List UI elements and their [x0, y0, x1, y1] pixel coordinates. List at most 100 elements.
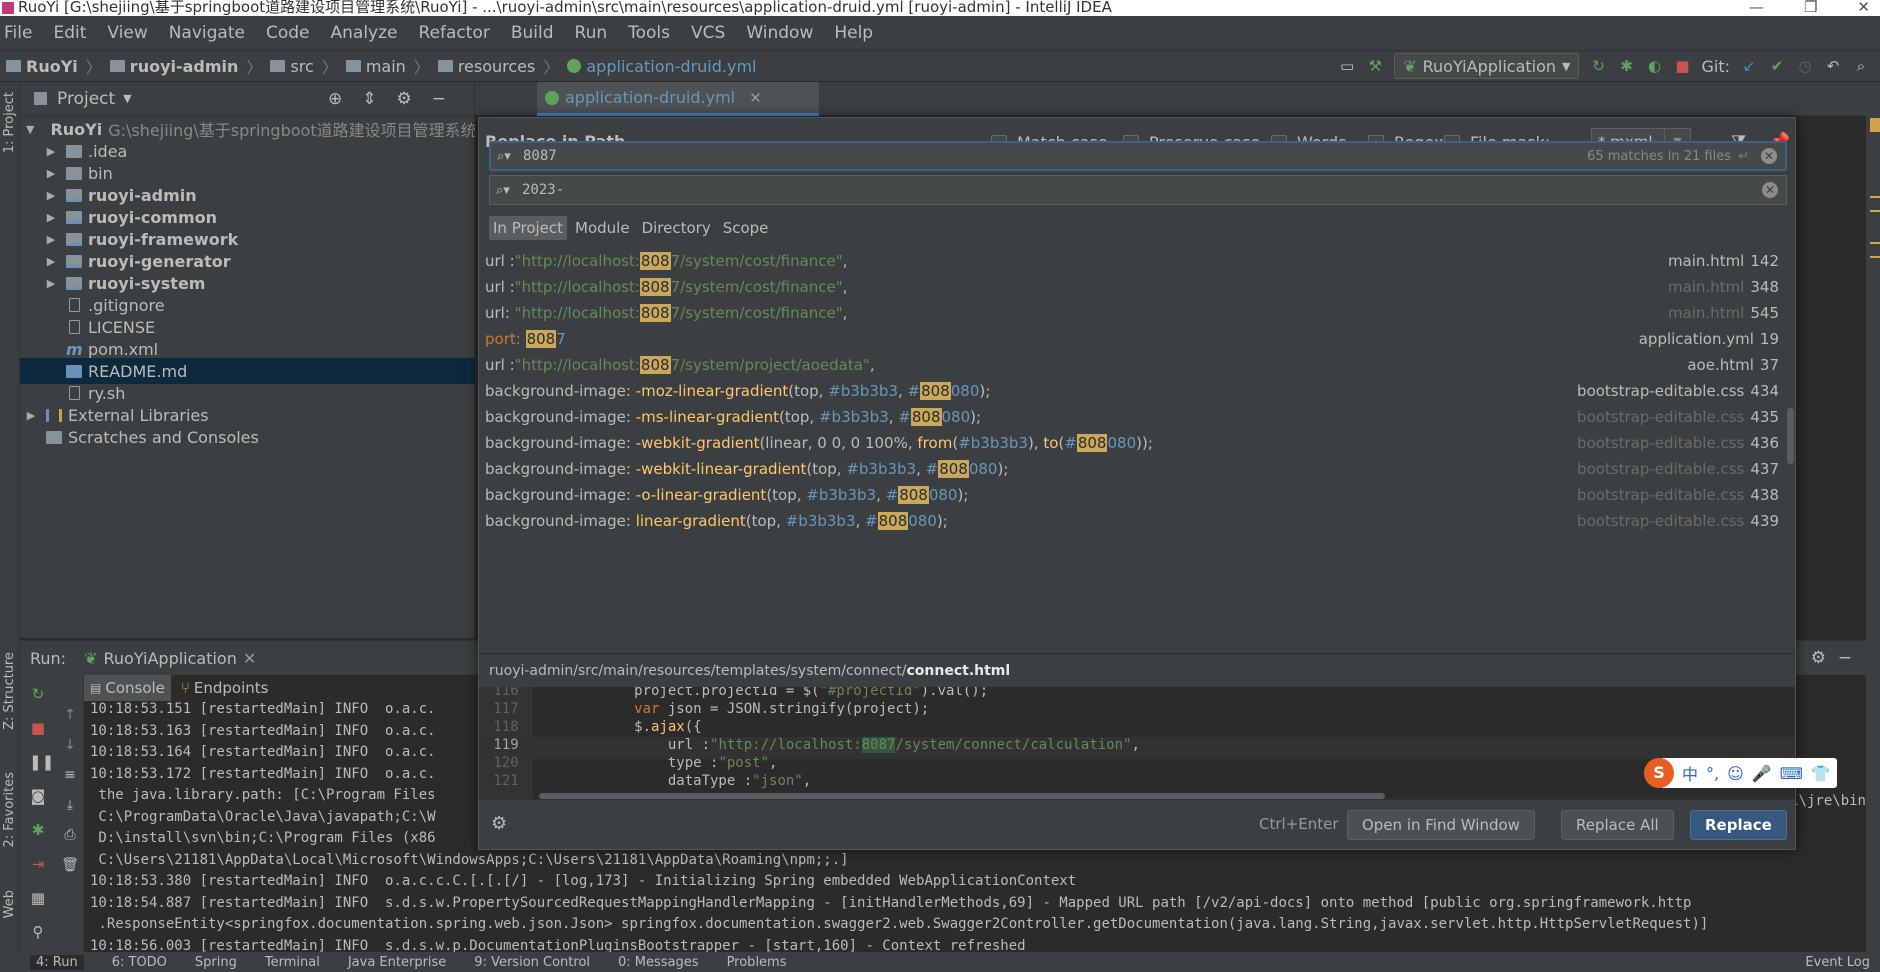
exit-icon[interactable]: ⇥: [29, 855, 47, 873]
pause-icon[interactable]: ❚❚: [29, 753, 54, 771]
ime-item-icon[interactable]: °,: [1706, 764, 1719, 783]
ant-icon[interactable]: [1870, 242, 1880, 258]
search-result-row[interactable]: background-image: -ms-linear-gradient(to…: [479, 404, 1795, 430]
code-preview[interactable]: 116 project.projectId = $("#projectId").…: [479, 687, 1795, 799]
close-tab-icon[interactable]: ✕: [243, 649, 256, 668]
database-icon[interactable]: [1870, 196, 1880, 212]
search-everywhere-icon[interactable]: ⌕: [1852, 57, 1870, 75]
layout-icon[interactable]: ▭: [1338, 57, 1356, 75]
menu-edit[interactable]: Edit: [53, 23, 86, 43]
bottom-tool-4-run[interactable]: 4: Run: [30, 954, 84, 970]
clear-replace-icon[interactable]: ✕: [1762, 182, 1778, 198]
bottom-tool-problems[interactable]: Problems: [727, 955, 787, 970]
search-result-row[interactable]: url :"http://localhost:8087/system/proje…: [479, 352, 1795, 378]
scope-in-project[interactable]: In Project: [489, 216, 568, 240]
breadcrumb-item-main[interactable]: main 〉: [345, 54, 438, 78]
tool-window-favorites[interactable]: 2: Favorites: [2, 772, 17, 848]
collapsed-arrow-icon[interactable]: ▶: [46, 145, 56, 158]
collapse-all-icon[interactable]: ⇕: [362, 89, 376, 109]
menu-code[interactable]: Code: [266, 23, 310, 43]
search-result-row[interactable]: background-image: linear-gradient(top, #…: [479, 508, 1795, 534]
breadcrumb-item-file[interactable]: application-druid.yml: [567, 57, 756, 76]
scroll-up-icon[interactable]: ↑: [61, 707, 79, 725]
scope-scope[interactable]: Scope: [719, 216, 773, 240]
hide-panel-icon[interactable]: −: [432, 89, 446, 109]
search-result-row[interactable]: background-image: -webkit-gradient(linea…: [479, 430, 1795, 456]
rerun-icon[interactable]: ↻: [29, 685, 47, 703]
search-field[interactable]: ⌕▾ 8087 65 matches in 21 files ↵ ✕: [489, 141, 1787, 171]
locate-file-icon[interactable]: ⊕: [328, 89, 342, 109]
search-result-row[interactable]: url: "http://localhost:8087/system/cost/…: [479, 300, 1795, 326]
menu-help[interactable]: Help: [834, 23, 873, 43]
search-input[interactable]: 8087: [523, 148, 557, 164]
tree-item[interactable]: Scratches and Consoles: [20, 424, 475, 450]
git-commit-icon[interactable]: ✔: [1768, 57, 1786, 75]
bottom-tool-event-log[interactable]: Event Log: [1805, 955, 1880, 970]
search-result-row[interactable]: url :"http://localhost:8087/system/cost/…: [479, 248, 1795, 274]
bottom-tool-terminal[interactable]: Terminal: [265, 955, 320, 970]
replace-all-button[interactable]: Replace All: [1561, 810, 1674, 840]
bottom-tool-9-version-control[interactable]: 9: Version Control: [474, 955, 590, 970]
scope-module[interactable]: Module: [571, 216, 634, 240]
search-result-row[interactable]: background-image: -o-linear-gradient(top…: [479, 482, 1795, 508]
editor-tab-application-druid[interactable]: application-druid.yml ✕: [537, 82, 819, 116]
replace-field[interactable]: ⌕▾ 2023- ✕: [489, 175, 1787, 205]
scroll-down-icon[interactable]: ↓: [61, 737, 79, 755]
search-result-row[interactable]: url :"http://localhost:8087/system/cost/…: [479, 274, 1795, 300]
trash-icon[interactable]: 🗑: [61, 857, 79, 875]
search-result-row[interactable]: background-image: -moz-linear-gradient(t…: [479, 378, 1795, 404]
chevron-down-icon[interactable]: ▼: [123, 92, 131, 105]
scroll-to-end-icon[interactable]: ⤓: [61, 797, 79, 815]
menu-file[interactable]: File: [4, 23, 32, 43]
menu-navigate[interactable]: Navigate: [169, 23, 245, 43]
ime-item-icon[interactable]: 🎤: [1752, 764, 1772, 783]
ime-item-icon[interactable]: ⌨: [1780, 764, 1803, 783]
replace-input[interactable]: 2023-: [522, 182, 564, 198]
expanded-arrow-icon[interactable]: ▼: [26, 123, 34, 136]
gear-icon[interactable]: ⚙: [1811, 648, 1826, 668]
menu-refactor[interactable]: Refactor: [419, 23, 490, 43]
restore-icon[interactable]: ❐: [1804, 0, 1817, 15]
git-update-icon[interactable]: ↙: [1740, 57, 1758, 75]
menu-vcs[interactable]: VCS: [691, 23, 725, 43]
debug-icon[interactable]: ✱: [29, 821, 47, 839]
tab-console[interactable]: ▤ Console: [84, 675, 171, 701]
rollback-icon[interactable]: ↶: [1824, 57, 1842, 75]
debug-bug-icon[interactable]: ✱: [1617, 57, 1635, 75]
results-scrollbar[interactable]: [1787, 408, 1794, 464]
rerun-icon[interactable]: ↻: [1589, 57, 1607, 75]
collapsed-arrow-icon[interactable]: ▶: [46, 189, 56, 202]
pin-icon[interactable]: ⚲: [29, 923, 47, 941]
open-in-find-window-button[interactable]: Open in Find Window: [1347, 810, 1535, 840]
menu-window[interactable]: Window: [746, 23, 813, 43]
minimize-icon[interactable]: —: [1749, 0, 1764, 15]
breadcrumb-item-resources[interactable]: resources 〉: [437, 54, 568, 78]
scope-directory[interactable]: Directory: [638, 216, 715, 240]
ime-item-icon[interactable]: 中: [1682, 761, 1698, 785]
tab-endpoints[interactable]: ⑂ Endpoints: [175, 675, 275, 701]
breadcrumb-item-ruoyi[interactable]: RuoYi 〉: [6, 54, 110, 78]
bottom-tool-0-messages[interactable]: 0: Messages: [618, 955, 699, 970]
camera-icon[interactable]: ◙: [29, 787, 47, 805]
tool-window-web[interactable]: Web: [2, 890, 17, 918]
project-view-select[interactable]: Project: [57, 89, 115, 109]
close-tab-icon[interactable]: ✕: [749, 89, 762, 107]
tool-window-structure[interactable]: Z: Structure: [2, 652, 17, 730]
collapsed-arrow-icon[interactable]: ▶: [46, 233, 56, 246]
search-result-row[interactable]: background-image: -webkit-linear-gradien…: [479, 456, 1795, 482]
ime-item-icon[interactable]: ☺: [1727, 764, 1744, 783]
print-icon[interactable]: ⎙: [61, 827, 79, 845]
menu-build[interactable]: Build: [511, 23, 554, 43]
maven-icon[interactable]: [1870, 118, 1880, 132]
bottom-tool-6-todo[interactable]: 6: TODO: [112, 955, 167, 970]
close-window-icon[interactable]: ✕: [1857, 0, 1870, 15]
search-result-row[interactable]: port: 8087 application.yml 19: [479, 326, 1795, 352]
build-hammer-icon[interactable]: ⚒: [1366, 57, 1384, 75]
collapsed-arrow-icon[interactable]: ▶: [46, 167, 56, 180]
replace-button[interactable]: Replace: [1690, 810, 1787, 840]
collapsed-arrow-icon[interactable]: ▶: [46, 255, 56, 268]
search-history-icon[interactable]: ⌕▾: [497, 149, 523, 164]
ime-item-icon[interactable]: 👕: [1811, 764, 1831, 783]
menu-analyze[interactable]: Analyze: [331, 23, 398, 43]
collapsed-arrow-icon[interactable]: ▶: [46, 277, 56, 290]
